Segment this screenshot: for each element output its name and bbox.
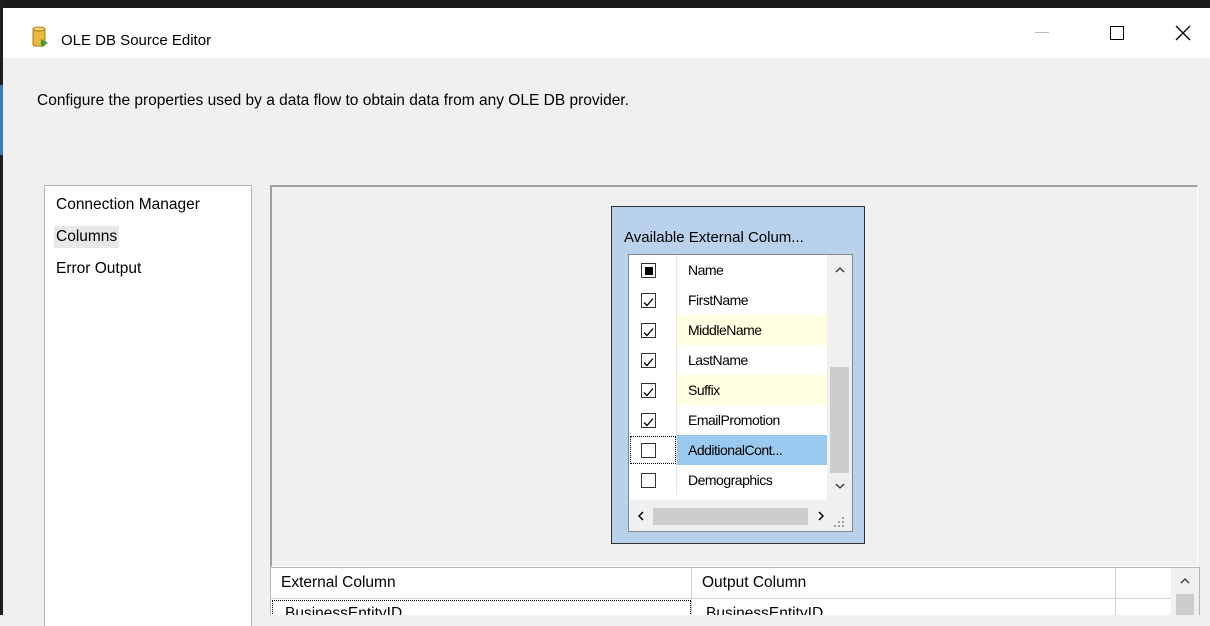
grid-header: External Column Output Column bbox=[271, 568, 1171, 599]
column-checkbox[interactable] bbox=[641, 383, 656, 398]
column-checkbox[interactable] bbox=[641, 413, 656, 428]
external-column-cell[interactable]: BusinessEntityID bbox=[271, 599, 692, 615]
indeterminate-mark-icon bbox=[644, 266, 653, 275]
list-item[interactable]: Suffix bbox=[629, 375, 827, 405]
scroll-thumb[interactable] bbox=[653, 508, 808, 525]
column-checkbox[interactable] bbox=[641, 293, 656, 308]
close-button[interactable] bbox=[1160, 8, 1206, 58]
column-name: FirstName bbox=[688, 292, 749, 308]
navigation-panel: Connection Manager Columns Error Output bbox=[44, 185, 252, 626]
scroll-right-button[interactable] bbox=[809, 500, 833, 531]
nav-item-connection-manager[interactable]: Connection Manager bbox=[54, 194, 202, 216]
column-name: LastName bbox=[688, 352, 748, 368]
checkbox-cell bbox=[629, 465, 677, 495]
select-all-checkbox[interactable] bbox=[641, 263, 656, 278]
checkmark-icon bbox=[643, 358, 654, 367]
scroll-up-button[interactable] bbox=[827, 257, 852, 282]
checkmark-icon bbox=[643, 388, 654, 397]
chevron-right-icon bbox=[818, 510, 824, 521]
close-icon bbox=[1175, 25, 1191, 41]
list-header-row: Name bbox=[629, 255, 827, 285]
maximize-icon bbox=[1110, 26, 1124, 40]
checkbox-cell bbox=[629, 375, 677, 405]
column-name: EmailPromotion bbox=[688, 412, 780, 428]
column-name: Demographics bbox=[688, 472, 773, 488]
scroll-down-button[interactable] bbox=[827, 473, 852, 498]
chevron-left-icon bbox=[638, 510, 644, 521]
vertical-scrollbar[interactable] bbox=[827, 255, 852, 500]
grid-scroll-up-button[interactable] bbox=[1171, 568, 1199, 594]
checkbox-cell bbox=[629, 345, 677, 375]
column-checkbox[interactable] bbox=[641, 323, 656, 338]
scroll-left-button[interactable] bbox=[629, 500, 653, 531]
checkbox-cell bbox=[629, 315, 677, 345]
table-row[interactable]: BusinessEntityID BusinessEntityID bbox=[271, 599, 1171, 615]
nav-item-columns[interactable]: Columns bbox=[54, 226, 120, 248]
column-name: Suffix bbox=[688, 382, 720, 398]
checkbox-cell bbox=[629, 405, 677, 435]
column-checkbox[interactable] bbox=[641, 353, 656, 368]
column-mapping-grid: External Column Output Column BusinessEn… bbox=[270, 567, 1200, 615]
list-item[interactable]: LastName bbox=[629, 345, 827, 375]
grid-scroll-thumb[interactable] bbox=[1176, 594, 1194, 615]
resize-grip-icon[interactable] bbox=[832, 515, 846, 527]
external-column-header[interactable]: External Column bbox=[271, 568, 692, 598]
list-item[interactable]: EmailPromotion bbox=[629, 405, 827, 435]
minimize-icon bbox=[1035, 32, 1049, 33]
maximize-button[interactable] bbox=[1094, 8, 1140, 58]
column-checkbox[interactable] bbox=[641, 473, 656, 488]
chevron-up-icon bbox=[835, 266, 844, 272]
output-column-header[interactable]: Output Column bbox=[692, 568, 1116, 598]
list-item[interactable]: FirstName bbox=[629, 285, 827, 315]
output-column-cell[interactable]: BusinessEntityID bbox=[692, 599, 1116, 615]
checkmark-icon bbox=[643, 328, 654, 337]
checkbox-cell bbox=[629, 285, 677, 315]
list-item[interactable]: Demographics bbox=[629, 465, 827, 495]
external-columns-list: Name FirstName MiddleName LastName Suffi… bbox=[628, 254, 853, 532]
dialog-description: Configure the properties used by a data … bbox=[37, 92, 629, 109]
scroll-thumb[interactable] bbox=[830, 367, 849, 473]
column-name: MiddleName bbox=[688, 322, 762, 338]
checkmark-icon bbox=[643, 418, 654, 427]
grid-vertical-scrollbar[interactable] bbox=[1171, 568, 1199, 615]
minimize-button[interactable] bbox=[1019, 8, 1065, 58]
checkbox-cell bbox=[629, 435, 677, 465]
horizontal-scrollbar[interactable] bbox=[629, 500, 852, 531]
chevron-up-icon bbox=[1180, 578, 1190, 584]
checkmark-icon bbox=[643, 298, 654, 307]
chevron-down-icon bbox=[835, 483, 844, 489]
list-item[interactable]: MiddleName bbox=[629, 315, 827, 345]
list-item[interactable]: AdditionalCont... bbox=[629, 435, 827, 465]
external-columns-title: Available External Colum... bbox=[624, 229, 804, 246]
name-column-header[interactable]: Name bbox=[688, 262, 724, 278]
nav-item-error-output[interactable]: Error Output bbox=[54, 258, 143, 280]
window-title: OLE DB Source Editor bbox=[61, 32, 212, 49]
column-name: AdditionalCont... bbox=[688, 442, 783, 458]
select-all-cell bbox=[629, 255, 677, 285]
database-source-icon bbox=[32, 26, 48, 47]
column-checkbox[interactable] bbox=[641, 443, 656, 458]
window-top-border bbox=[0, 0, 1210, 8]
